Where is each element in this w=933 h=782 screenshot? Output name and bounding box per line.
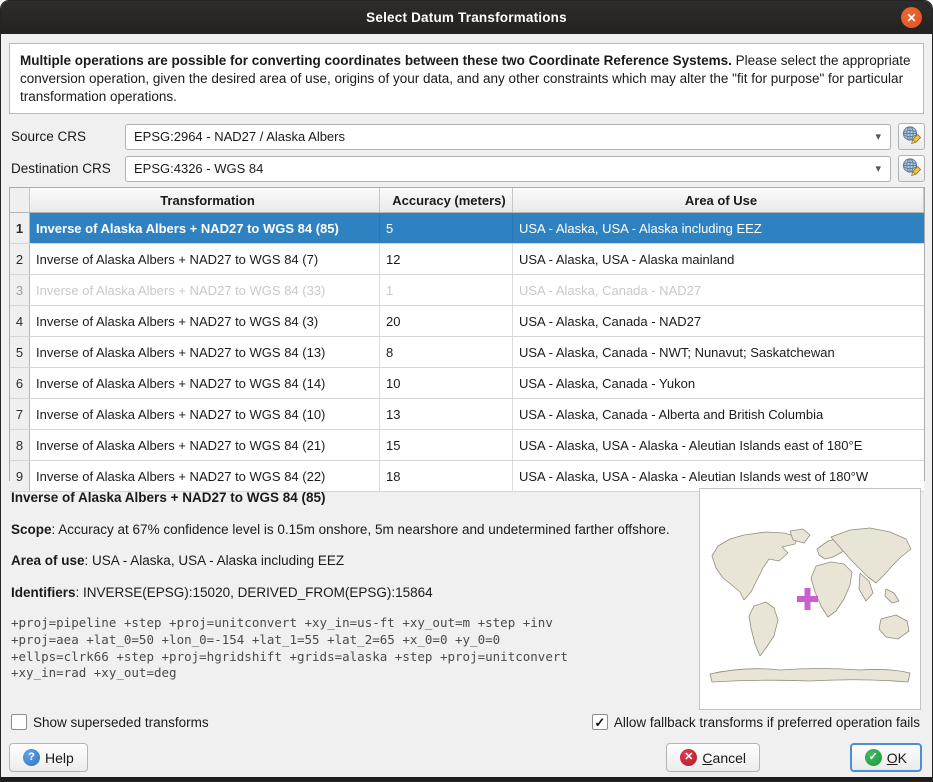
cell-area-of-use: USA - Alaska, USA - Alaska - Aleutian Is… (513, 461, 924, 491)
table-row[interactable]: 7 Inverse of Alaska Albers + NAD27 to WG… (10, 399, 924, 430)
allow-fallback-checkbox[interactable]: ✓ Allow fallback transforms if preferred… (592, 714, 920, 730)
help-button[interactable]: ? Help (9, 743, 88, 772)
cell-area-of-use: USA - Alaska, Canada - NAD27 (513, 306, 924, 336)
button-row: ? Help ✕ Cancel ✓ OK (1, 743, 932, 773)
select-source-crs-button[interactable] (898, 123, 925, 150)
details-area-of-use: Area of use: USA - Alaska, USA - Alaska … (11, 552, 689, 570)
cell-accuracy: 8 (380, 337, 513, 367)
corner-header-cell (10, 188, 30, 212)
cell-transformation: Inverse of Alaska Albers + NAD27 to WGS … (30, 368, 380, 398)
row-number: 5 (10, 337, 30, 367)
cell-accuracy: 10 (380, 368, 513, 398)
cell-accuracy: 15 (380, 430, 513, 460)
table-header: Transformation Accuracy (meters) Area of… (10, 188, 924, 213)
area-of-use-map (699, 488, 921, 710)
select-destination-crs-button[interactable] (898, 155, 925, 182)
cell-transformation: Inverse of Alaska Albers + NAD27 to WGS … (30, 430, 380, 460)
scope-label: Scope (11, 522, 52, 537)
cell-transformation: Inverse of Alaska Albers + NAD27 to WGS … (30, 306, 380, 336)
cell-transformation: Inverse of Alaska Albers + NAD27 to WGS … (30, 399, 380, 429)
cell-transformation: Inverse of Alaska Albers + NAD27 to WGS … (30, 461, 380, 491)
cell-accuracy: 13 (380, 399, 513, 429)
table-row[interactable]: 4 Inverse of Alaska Albers + NAD27 to WG… (10, 306, 924, 337)
source-crs-label: Source CRS (11, 129, 86, 144)
table-row[interactable]: 8 Inverse of Alaska Albers + NAD27 to WG… (10, 430, 924, 461)
checkbox-box[interactable]: ✓ (592, 714, 608, 730)
close-icon[interactable]: ✕ (901, 7, 922, 28)
cell-area-of-use: USA - Alaska, Canada - Yukon (513, 368, 924, 398)
globe-edit-icon (901, 157, 922, 181)
row-number: 2 (10, 244, 30, 274)
select-datum-transformations-dialog: Select Datum Transformations ✕ Multiple … (0, 0, 933, 782)
transform-table-body: 1 Inverse of Alaska Albers + NAD27 to WG… (10, 213, 924, 492)
checkbox-box[interactable] (11, 714, 27, 730)
row-number: 1 (10, 213, 30, 243)
ok-button[interactable]: ✓ OK (850, 743, 922, 772)
table-row[interactable]: 5 Inverse of Alaska Albers + NAD27 to WG… (10, 337, 924, 368)
titlebar[interactable]: Select Datum Transformations ✕ (1, 1, 932, 35)
transformations-table: Transformation Accuracy (meters) Area of… (9, 187, 925, 481)
area-of-use-label: Area of use (11, 553, 85, 568)
destination-crs-combo[interactable]: EPSG:4326 - WGS 84 ▾ (125, 156, 891, 182)
destination-crs-value: EPSG:4326 - WGS 84 (126, 161, 875, 176)
proj-pipeline-string: +proj=pipeline +step +proj=unitconvert +… (11, 615, 689, 682)
identifiers-label: Identifiers (11, 585, 76, 600)
checkbox-label: Allow fallback transforms if preferred o… (614, 715, 920, 730)
cell-transformation: Inverse of Alaska Albers + NAD27 to WGS … (30, 213, 380, 243)
cell-transformation: Inverse of Alaska Albers + NAD27 to WGS … (30, 337, 380, 367)
world-map (700, 489, 920, 709)
details-identifiers: Identifiers: INVERSE(EPSG):15020, DERIVE… (11, 584, 689, 602)
header-area-of-use[interactable]: Area of Use (513, 188, 924, 212)
destination-crs-label: Destination CRS (11, 161, 111, 176)
ok-icon: ✓ (865, 749, 882, 766)
cancel-button[interactable]: ✕ Cancel (666, 743, 760, 772)
checkbox-row: Show superseded transforms ✓ Allow fallb… (1, 714, 932, 734)
cancel-icon: ✕ (680, 749, 697, 766)
source-crs-combo[interactable]: EPSG:2964 - NAD27 / Alaska Albers ▾ (125, 124, 891, 150)
checkbox-label: Show superseded transforms (33, 715, 209, 730)
cell-area-of-use: USA - Alaska, Canada - NAD27 (513, 275, 924, 305)
chevron-down-icon: ▾ (875, 130, 890, 143)
show-superseded-checkbox[interactable]: Show superseded transforms (11, 714, 209, 730)
cell-accuracy: 20 (380, 306, 513, 336)
help-icon: ? (23, 749, 40, 766)
header-transformation[interactable]: Transformation (30, 188, 380, 212)
cell-area-of-use: USA - Alaska, Canada - Alberta and Briti… (513, 399, 924, 429)
cell-area-of-use: USA - Alaska, USA - Alaska including EEZ (513, 213, 924, 243)
row-number: 8 (10, 430, 30, 460)
cell-accuracy: 18 (380, 461, 513, 491)
table-row[interactable]: 1 Inverse of Alaska Albers + NAD27 to WG… (10, 213, 924, 244)
intro-text: Multiple operations are possible for con… (9, 43, 924, 114)
cell-area-of-use: USA - Alaska, USA - Alaska - Aleutian Is… (513, 430, 924, 460)
chevron-down-icon: ▾ (875, 162, 890, 175)
row-number: 7 (10, 399, 30, 429)
window-bottom-edge (1, 777, 932, 781)
cell-area-of-use: USA - Alaska, Canada - NWT; Nunavut; Sas… (513, 337, 924, 367)
header-accuracy[interactable]: Accuracy (meters) (380, 188, 513, 212)
cell-accuracy: 1 (380, 275, 513, 305)
cell-accuracy: 5 (380, 213, 513, 243)
globe-edit-icon (901, 125, 922, 149)
source-crs-value: EPSG:2964 - NAD27 / Alaska Albers (126, 129, 875, 144)
table-row[interactable]: 3 Inverse of Alaska Albers + NAD27 to WG… (10, 275, 924, 306)
row-number: 6 (10, 368, 30, 398)
transformation-details: Inverse of Alaska Albers + NAD27 to WGS … (11, 489, 689, 682)
table-row[interactable]: 2 Inverse of Alaska Albers + NAD27 to WG… (10, 244, 924, 275)
row-number: 4 (10, 306, 30, 336)
table-row[interactable]: 6 Inverse of Alaska Albers + NAD27 to WG… (10, 368, 924, 399)
row-number: 9 (10, 461, 30, 491)
details-title: Inverse of Alaska Albers + NAD27 to WGS … (11, 489, 689, 507)
intro-bold: Multiple operations are possible for con… (20, 53, 732, 68)
dialog-body: Multiple operations are possible for con… (1, 34, 932, 777)
dialog-title: Select Datum Transformations (366, 10, 567, 25)
cell-accuracy: 12 (380, 244, 513, 274)
details-scope: Scope: Accuracy at 67% confidence level … (11, 521, 689, 539)
cell-area-of-use: USA - Alaska, USA - Alaska mainland (513, 244, 924, 274)
cell-transformation: Inverse of Alaska Albers + NAD27 to WGS … (30, 275, 380, 305)
row-number: 3 (10, 275, 30, 305)
cell-transformation: Inverse of Alaska Albers + NAD27 to WGS … (30, 244, 380, 274)
